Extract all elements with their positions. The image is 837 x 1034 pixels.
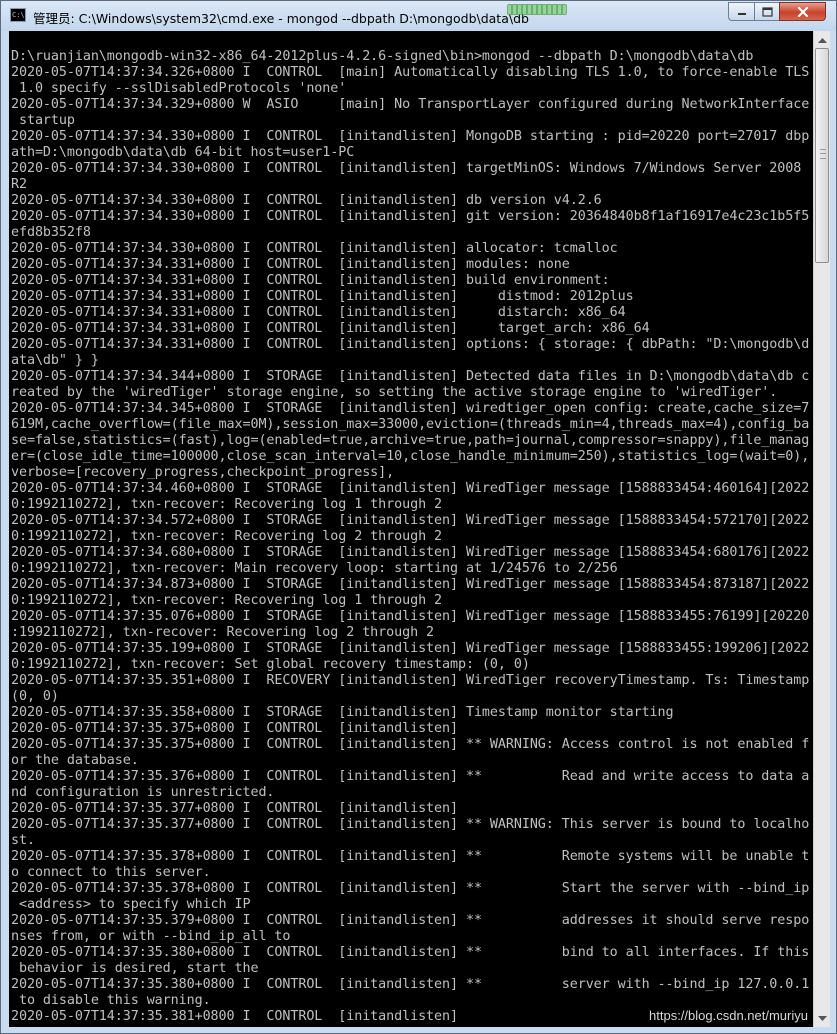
close-icon [797, 6, 808, 17]
console-line: verbose=[recovery_progress,checkpoint_pr… [11, 465, 395, 480]
scroll-down-arrow-icon [817, 1015, 827, 1021]
console-line: 2020-05-07T14:37:35.377+0800 I CONTROL [… [11, 817, 810, 832]
console-line: 2020-05-07T14:37:35.378+0800 I CONTROL [… [11, 881, 810, 896]
minimize-icon [737, 12, 746, 15]
console-line: 2020-05-07T14:37:34.331+0800 I CONTROL [… [11, 273, 610, 288]
console-line: 2020-05-07T14:37:34.345+0800 I STORAGE [… [11, 401, 810, 416]
console-line: (0, 0) [11, 689, 59, 704]
console-line: to disable this warning. [11, 993, 211, 1008]
console-line: 2020-05-07T14:37:34.331+0800 I CONTROL [… [11, 289, 634, 304]
console-line: 619M,cache_overflow=(file_max=0M),sessio… [11, 417, 810, 432]
console-line: 0:1992110272], txn-recover: Recovering l… [11, 529, 443, 544]
console-line: 2020-05-07T14:37:34.330+0800 I CONTROL [… [11, 241, 618, 256]
console-line: nses from, or with --bind_ip_all to [11, 929, 291, 944]
console-text: D:\ruanjian\mongodb-win32-x86_64-2012plu… [11, 49, 811, 1025]
console-line: 0:1992110272], txn-recover: Recovering l… [11, 497, 443, 512]
title-bar[interactable]: C:\ 管理员: C:\Windows\system32\cmd.exe - m… [1, 1, 836, 31]
console-line: 2020-05-07T14:37:35.380+0800 I CONTROL [… [11, 945, 810, 960]
console-line: 2020-05-07T14:37:34.330+0800 I CONTROL [… [11, 209, 810, 224]
console-line: 2020-05-07T14:37:35.376+0800 I CONTROL [… [11, 769, 810, 784]
scroll-thumb[interactable] [815, 48, 829, 263]
console-line: 2020-05-07T14:37:35.380+0800 I CONTROL [… [11, 977, 810, 992]
console-line: 2020-05-07T14:37:34.344+0800 I STORAGE [… [11, 369, 810, 384]
console-line: D:\ruanjian\mongodb-win32-x86_64-2012plu… [11, 49, 754, 64]
close-button[interactable] [779, 2, 826, 21]
console-line: 2020-05-07T14:37:34.331+0800 I CONTROL [… [11, 321, 650, 336]
console-line: 2020-05-07T14:37:35.379+0800 I CONTROL [… [11, 913, 810, 928]
console-line: 2020-05-07T14:37:35.358+0800 I STORAGE [… [11, 705, 674, 720]
watermark-text: https://blog.csdn.net/muriyu [649, 1008, 808, 1023]
console-line: 2020-05-07T14:37:34.331+0800 I CONTROL [… [11, 257, 570, 272]
console-line: 0:1992110272], txn-recover: Main recover… [11, 561, 618, 576]
console-line: 2020-05-07T14:37:34.329+0800 W ASIO [mai… [11, 97, 810, 112]
console-line: or the database. [11, 753, 139, 768]
console-line: efd8b352f8 [11, 225, 91, 240]
grip-icon [820, 149, 826, 159]
console-line: 2020-05-07T14:37:35.381+0800 I CONTROL [… [11, 1009, 458, 1024]
console-line: 2020-05-07T14:37:35.378+0800 I CONTROL [… [11, 849, 810, 864]
console-line: ath=D:\mongodb\data\db 64-bit host=user1… [11, 145, 355, 160]
console-line: 2020-05-07T14:37:34.330+0800 I CONTROL [… [11, 193, 602, 208]
console-line: reated by the 'wiredTiger' storage engin… [11, 385, 778, 400]
cmd-icon[interactable]: C:\ [10, 8, 26, 22]
caption-buttons [728, 2, 832, 22]
console-line: 2020-05-07T14:37:34.330+0800 I CONTROL [… [11, 161, 802, 176]
console-line: R2 [11, 177, 27, 192]
console-line: er=(close_idle_time=100000,close_scan_in… [11, 449, 810, 464]
console-line: 2020-05-07T14:37:34.572+0800 I STORAGE [… [11, 513, 810, 528]
console-line: startup [11, 113, 75, 128]
vertical-scrollbar[interactable] [813, 31, 830, 1027]
console-line: 2020-05-07T14:37:34.326+0800 I CONTROL [… [11, 65, 810, 80]
console-line: se=false,statistics=(fast),log=(enabled=… [11, 433, 810, 448]
console-line: behavior is desired, start the [11, 961, 259, 976]
console-line: 2020-05-07T14:37:35.375+0800 I CONTROL [… [11, 737, 810, 752]
minimize-button[interactable] [728, 2, 754, 21]
console-line: 2020-05-07T14:37:35.199+0800 I STORAGE [… [11, 641, 810, 656]
cmd-window: C:\ 管理员: C:\Windows\system32\cmd.exe - m… [0, 0, 837, 1034]
console-output[interactable]: D:\ruanjian\mongodb-win32-x86_64-2012plu… [9, 31, 813, 1027]
console-line: ata\db" } } [11, 353, 99, 368]
console-line: 2020-05-07T14:37:34.873+0800 I STORAGE [… [11, 577, 810, 592]
scroll-up-arrow-icon [817, 37, 827, 43]
console-line: 2020-05-07T14:37:35.076+0800 I STORAGE [… [11, 609, 810, 624]
title-progress-indicator [507, 4, 567, 15]
console-line: st. [11, 833, 35, 848]
console-line: 2020-05-07T14:37:34.330+0800 I CONTROL [… [11, 129, 810, 144]
console-line: 0:1992110272], txn-recover: Set global r… [11, 657, 530, 672]
window-title: 管理员: C:\Windows\system32\cmd.exe - mongo… [33, 11, 529, 26]
console-line: 2020-05-07T14:37:34.331+0800 I CONTROL [… [11, 337, 810, 352]
console-line: <address> to specify which IP [11, 897, 251, 912]
console-line: 2020-05-07T14:37:34.680+0800 I STORAGE [… [11, 545, 810, 560]
scroll-up-button[interactable] [814, 31, 830, 48]
console-line: o connect to this server. [11, 865, 211, 880]
console-line: :1992110272], txn-recover: Recovering lo… [11, 625, 435, 640]
console-line: 1.0 specify --sslDisabledProtocols 'none… [11, 81, 347, 96]
console-line: 2020-05-07T14:37:35.351+0800 I RECOVERY … [11, 673, 810, 688]
console-line: 2020-05-07T14:37:34.331+0800 I CONTROL [… [11, 305, 626, 320]
console-line: nd configuration is unrestricted. [11, 785, 275, 800]
console-line: 2020-05-07T14:37:35.377+0800 I CONTROL [… [11, 801, 458, 816]
console-line: 0:1992110272], txn-recover: Recovering l… [11, 593, 443, 608]
console-line: 2020-05-07T14:37:35.375+0800 I CONTROL [… [11, 721, 458, 736]
scroll-down-button[interactable] [814, 1010, 830, 1027]
console-line: 2020-05-07T14:37:34.460+0800 I STORAGE [… [11, 481, 810, 496]
maximize-button[interactable] [754, 2, 779, 21]
maximize-icon [761, 6, 773, 17]
